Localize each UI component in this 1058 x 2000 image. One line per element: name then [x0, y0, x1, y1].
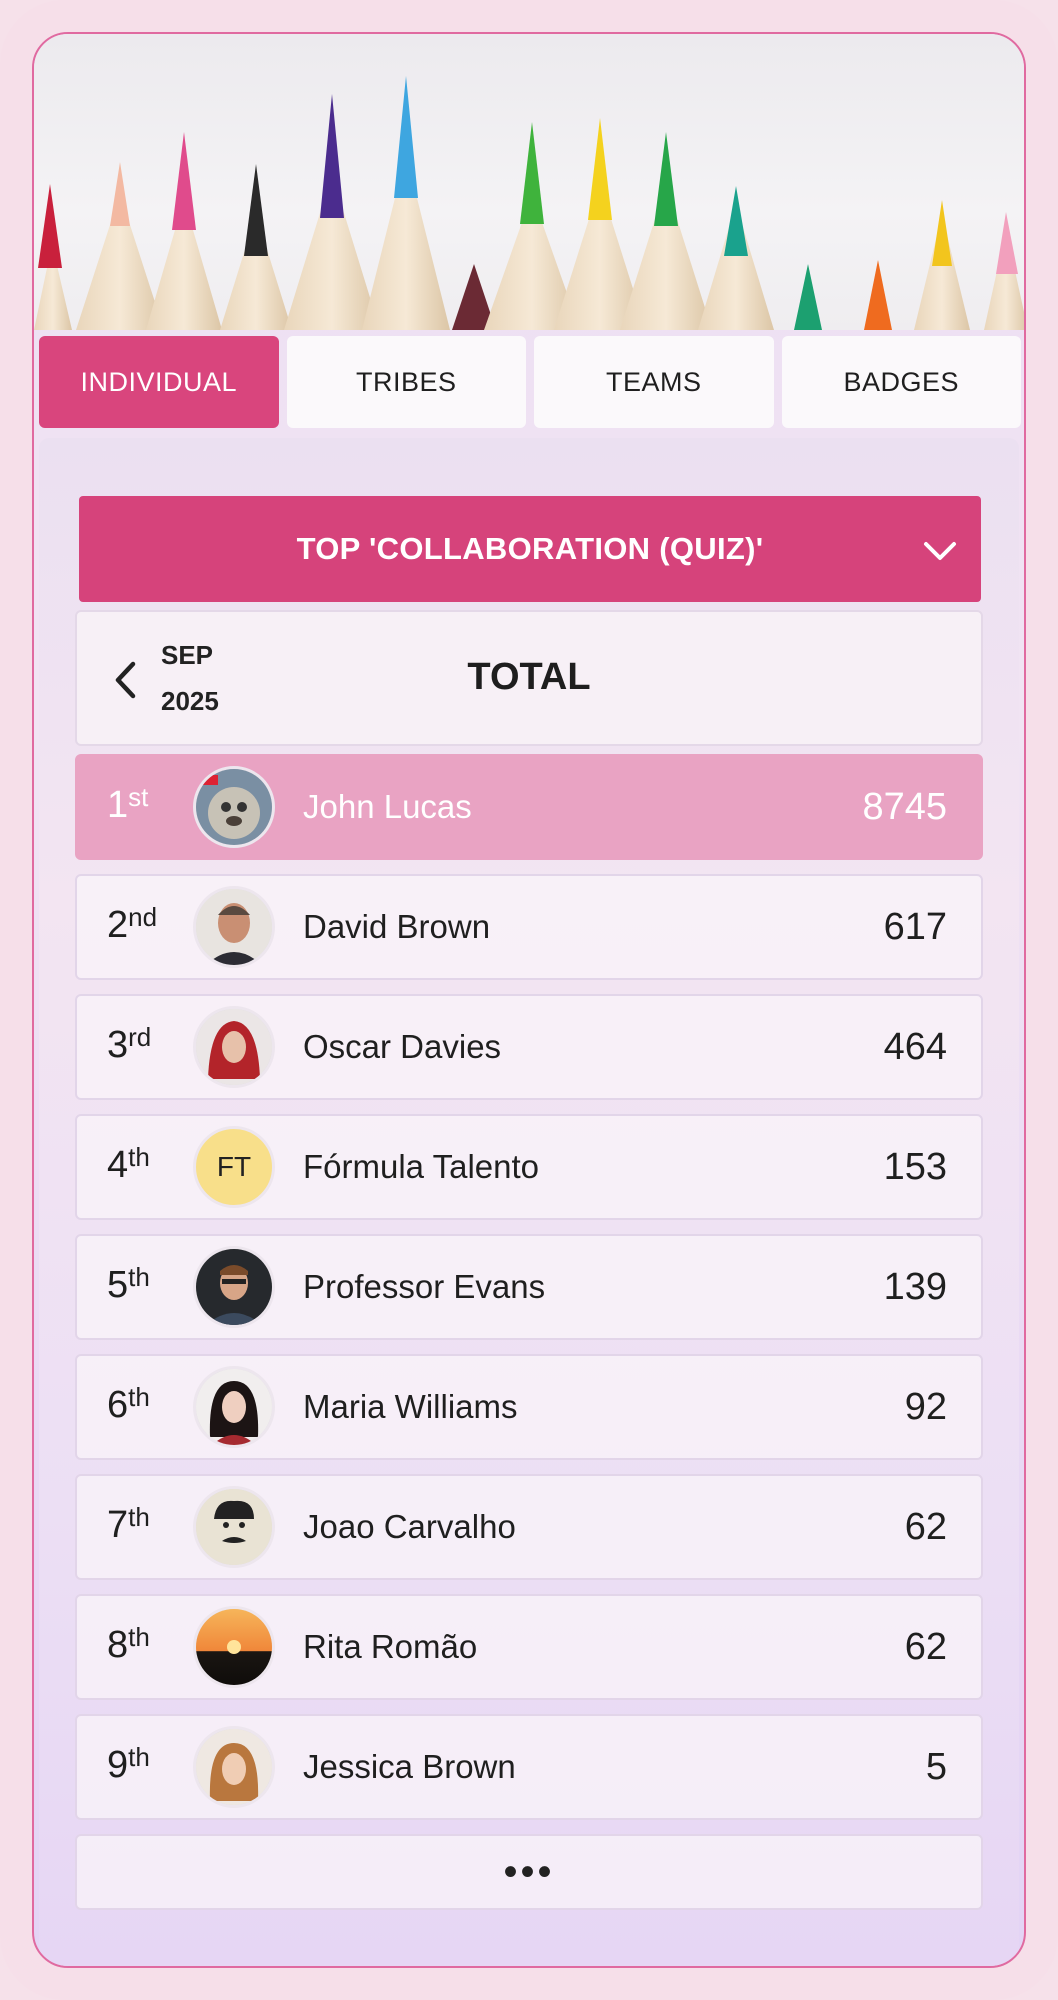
- player-score: 5: [925, 1746, 947, 1788]
- avatar: [193, 1366, 275, 1448]
- rank-label: 4th: [107, 1142, 150, 1186]
- show-more-button[interactable]: •••: [75, 1834, 983, 1910]
- avatar: [193, 1486, 275, 1568]
- tab-teams[interactable]: TEAMS: [534, 336, 774, 428]
- app-screen: INDIVIDUAL TRIBES TEAMS BADGES TOP 'COLL…: [32, 32, 1026, 1968]
- tab-badges[interactable]: BADGES: [781, 336, 1021, 428]
- player-name: Jessica Brown: [303, 1748, 516, 1785]
- player-name: David Brown: [303, 908, 491, 945]
- player-score: 617: [883, 906, 947, 948]
- period-title: TOTAL: [467, 656, 591, 698]
- leaderboard-row[interactable]: 7th Joao Carvalho 62: [75, 1474, 983, 1580]
- leaderboard-list: 1st John Lucas 8745 2nd David Brown 617: [75, 754, 983, 1910]
- player-score: 8745: [862, 786, 947, 828]
- player-name: Oscar Davies: [303, 1028, 502, 1065]
- leaderboard-row[interactable]: 3rd Oscar Davies 464: [75, 994, 983, 1100]
- chevron-down-icon: [923, 534, 957, 570]
- category-dropdown-label: TOP 'COLLABORATION (QUIZ)': [296, 531, 764, 566]
- category-dropdown[interactable]: TOP 'COLLABORATION (QUIZ)': [79, 496, 981, 602]
- rank-label: 1st: [107, 782, 149, 826]
- player-name: Rita Romão: [303, 1628, 478, 1665]
- rank-label: 2nd: [107, 902, 158, 946]
- leaderboard-row[interactable]: 8th Rita Romão 62: [75, 1594, 983, 1700]
- player-name: Professor Evans: [303, 1268, 546, 1305]
- rank-label: 7th: [107, 1502, 150, 1546]
- player-name: Fórmula Talento: [303, 1148, 540, 1185]
- leaderboard-row[interactable]: 2nd David Brown 617: [75, 874, 983, 980]
- rank-label: 5th: [107, 1262, 150, 1306]
- leaderboard-row[interactable]: 4th FT Fórmula Talento 153: [75, 1114, 983, 1220]
- player-score: 153: [883, 1146, 947, 1188]
- avatar-initials: FT: [193, 1126, 275, 1208]
- player-score: 92: [904, 1386, 947, 1428]
- player-score: 464: [883, 1026, 947, 1068]
- player-score: 139: [883, 1266, 947, 1308]
- rank-label: 8th: [107, 1622, 150, 1666]
- avatar: [193, 1246, 275, 1328]
- player-name: John Lucas: [303, 788, 472, 825]
- leaderboard-panel: TOP 'COLLABORATION (QUIZ)' SEP 2025 TOTA…: [39, 438, 1019, 1966]
- avatar: [193, 1726, 275, 1808]
- tab-bar: INDIVIDUAL TRIBES TEAMS BADGES: [39, 336, 1021, 428]
- device-frame: INDIVIDUAL TRIBES TEAMS BADGES TOP 'COLL…: [0, 0, 1058, 2000]
- avatar: [193, 766, 275, 848]
- player-name: Maria Williams: [303, 1388, 518, 1425]
- player-score: 62: [904, 1626, 947, 1668]
- leaderboard-row[interactable]: 5th Professor Evans 139: [75, 1234, 983, 1340]
- rank-label: 6th: [107, 1382, 150, 1426]
- leaderboard-row[interactable]: 9th Jessica Brown 5: [75, 1714, 983, 1820]
- leaderboard-row[interactable]: 1st John Lucas 8745: [75, 754, 983, 860]
- player-name: Joao Carvalho: [303, 1508, 516, 1545]
- avatar: [193, 1006, 275, 1088]
- avatar: [193, 886, 275, 968]
- tab-individual[interactable]: INDIVIDUAL: [39, 336, 279, 428]
- period-selector: SEP 2025 TOTAL: [75, 610, 983, 746]
- player-score: 62: [904, 1506, 947, 1548]
- header-banner-image: [34, 34, 1024, 330]
- avatar: [193, 1606, 275, 1688]
- rank-label: 3rd: [107, 1022, 152, 1066]
- leaderboard-row[interactable]: 6th Maria Williams 92: [75, 1354, 983, 1460]
- tab-tribes[interactable]: TRIBES: [286, 336, 526, 428]
- rank-label: 9th: [107, 1742, 150, 1786]
